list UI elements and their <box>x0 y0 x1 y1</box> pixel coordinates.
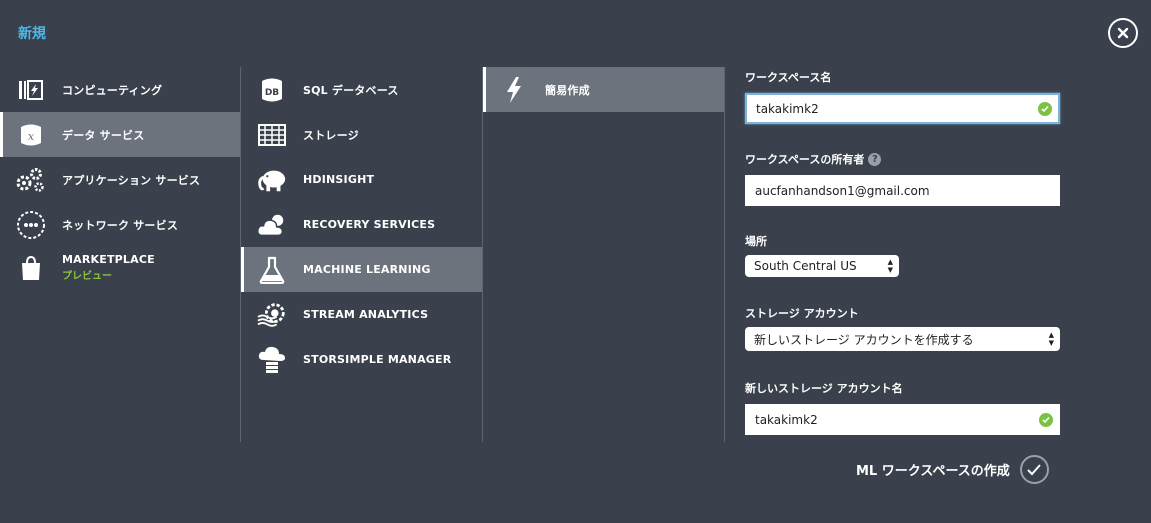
location-group: 場所 South Central US ▲ ▼ <box>745 233 1060 277</box>
service-storsimple-manager[interactable]: STORSIMPLE MANAGER <box>241 337 482 382</box>
workspace-name-input[interactable]: takakimk2 <box>745 93 1060 124</box>
compute-icon <box>16 75 46 105</box>
category-label: ネットワーク サービス <box>62 218 179 232</box>
storage-grid-icon <box>257 120 287 150</box>
service-label: MACHINE LEARNING <box>303 263 431 276</box>
close-icon <box>1117 27 1129 39</box>
workspace-name-group: ワークスペース名 takakimk2 <box>745 69 1060 124</box>
select-arrows-icon: ▲ ▼ <box>887 258 893 274</box>
service-sql-database[interactable]: DB SQL データベース <box>241 67 482 112</box>
cloud-server-icon <box>257 345 287 375</box>
storage-account-value: 新しいストレージ アカウントを作成する <box>754 332 974 347</box>
stream-gear-icon <box>257 300 287 330</box>
service-stream-analytics[interactable]: STREAM ANALYTICS <box>241 292 482 337</box>
create-workspace-label: ML ワークスペースの作成 <box>856 464 1010 479</box>
database-icon: DB <box>257 75 287 105</box>
owner-label: ワークスペースの所有者 <box>745 153 865 166</box>
storage-account-group: ストレージ アカウント 新しいストレージ アカウントを作成する ▲ ▼ <box>745 305 1060 351</box>
category-app-services[interactable]: アプリケーション サービス <box>0 157 240 202</box>
create-workspace-button[interactable]: ML ワークスペースの作成 <box>856 455 1049 484</box>
preview-badge: プレビュー <box>62 271 112 282</box>
select-arrows-icon: ▲ ▼ <box>1048 331 1054 347</box>
location-value: South Central US <box>754 259 857 273</box>
service-label: SQL データベース <box>303 83 399 97</box>
page-title: 新規 <box>18 26 46 42</box>
storage-account-select[interactable]: 新しいストレージ アカウントを作成する ▲ ▼ <box>745 327 1060 351</box>
service-hdinsight[interactable]: HDINSIGHT <box>241 157 482 202</box>
category-label: データ サービス <box>62 128 145 142</box>
flask-icon <box>257 255 287 285</box>
service-label: ストレージ <box>303 128 359 142</box>
category-label: アプリケーション サービス <box>62 173 201 187</box>
workspace-name-label: ワークスペース名 <box>745 71 832 84</box>
service-label: RECOVERY SERVICES <box>303 218 436 231</box>
network-icon <box>16 210 46 240</box>
option-list: 簡易作成 <box>482 67 724 442</box>
category-label: MARKETPLACE <box>62 253 155 266</box>
storage-account-label: ストレージ アカウント <box>745 307 859 320</box>
close-button[interactable] <box>1108 18 1138 48</box>
service-storage[interactable]: ストレージ <box>241 112 482 157</box>
new-storage-name-group: 新しいストレージ アカウント名 takakimk2 <box>745 380 1060 435</box>
svg-text:DB: DB <box>265 88 279 98</box>
category-list: コンピューティング x データ サービス アプリケーション サービス ネットワー… <box>0 67 240 292</box>
help-icon[interactable]: ? <box>868 152 882 166</box>
cloud-icon <box>257 210 287 240</box>
owner-group: ワークスペースの所有者 ? aucfanhandson1@gmail.com <box>745 151 1060 206</box>
new-storage-name-value: takakimk2 <box>755 412 818 427</box>
service-recovery-services[interactable]: RECOVERY SERVICES <box>241 202 482 247</box>
valid-check-icon <box>1039 412 1053 427</box>
service-label: HDINSIGHT <box>303 173 375 186</box>
svg-text:x: x <box>28 130 35 143</box>
location-label: 場所 <box>745 235 767 248</box>
lightning-icon <box>499 75 529 105</box>
category-label: コンピューティング <box>62 83 163 97</box>
option-quick-create[interactable]: 簡易作成 <box>483 67 724 112</box>
service-list: DB SQL データベース ストレージ HDINSIGHT RECOVERY S… <box>240 67 482 442</box>
new-storage-name-label: 新しいストレージ アカウント名 <box>745 382 903 395</box>
owner-value: aucfanhandson1@gmail.com <box>755 183 930 198</box>
category-marketplace[interactable]: MARKETPLACE プレビュー <box>0 247 240 292</box>
location-select[interactable]: South Central US ▲ ▼ <box>745 255 899 277</box>
workspace-name-value: takakimk2 <box>756 101 819 116</box>
category-compute[interactable]: コンピューティング <box>0 67 240 112</box>
option-label: 簡易作成 <box>545 83 590 97</box>
owner-input[interactable]: aucfanhandson1@gmail.com <box>745 175 1060 206</box>
valid-check-icon <box>1038 101 1052 116</box>
service-label: STREAM ANALYTICS <box>303 308 429 321</box>
service-machine-learning[interactable]: MACHINE LEARNING <box>241 247 482 292</box>
new-storage-name-input[interactable]: takakimk2 <box>745 404 1060 435</box>
category-data-services[interactable]: x データ サービス <box>0 112 240 157</box>
gears-icon <box>16 165 46 195</box>
data-services-icon: x <box>16 120 46 150</box>
service-label: STORSIMPLE MANAGER <box>303 353 452 366</box>
elephant-icon <box>257 165 287 195</box>
category-network-services[interactable]: ネットワーク サービス <box>0 202 240 247</box>
checkmark-icon <box>1019 455 1049 484</box>
shopping-bag-icon <box>16 253 46 283</box>
